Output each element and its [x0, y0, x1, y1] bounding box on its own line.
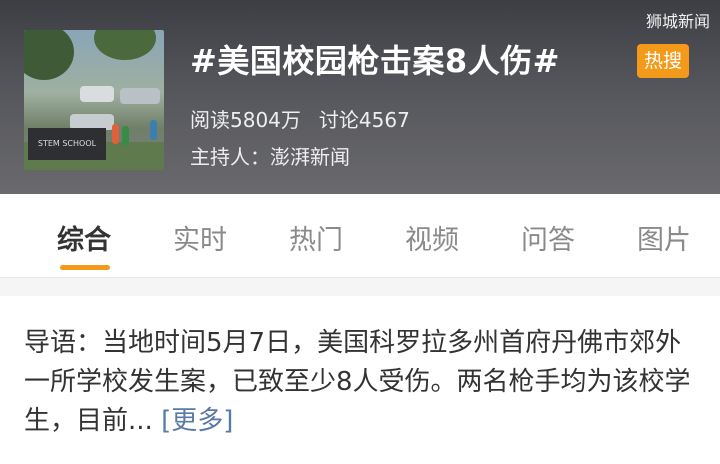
topic-header: 狮城新闻 STEM SCHOOL #美国校园枪击案8人伤# 热搜 阅读5804万…: [0, 0, 720, 194]
tab-realtime[interactable]: 实时: [173, 218, 227, 257]
summary-text: 导语：当地时间5月7日，美国科罗拉多州首府丹佛市郊外一所学校发生案，已致至少8人…: [24, 328, 691, 436]
tab-bar: 综合 实时 热门 视频 问答 图片: [0, 194, 720, 278]
topic-stats: 阅读5804万 讨论4567: [190, 104, 410, 133]
topic-summary: 导语：当地时间5月7日，美国科罗拉多州首府丹佛市郊外一所学校发生案，已致至少8人…: [0, 296, 720, 464]
read-count: 阅读5804万: [190, 108, 301, 132]
tab-qa[interactable]: 问答: [521, 218, 575, 257]
topic-host[interactable]: 主持人：澎湃新闻: [190, 141, 350, 170]
car-shape: [120, 88, 160, 104]
discuss-count: 讨论4567: [318, 108, 410, 132]
person-shape: [112, 124, 119, 144]
watermark: 狮城新闻: [645, 12, 710, 31]
person-shape: [122, 126, 129, 146]
tab-comprehensive[interactable]: 综合: [57, 218, 111, 257]
car-shape: [80, 86, 114, 102]
topic-title: #美国校园枪击案8人伤#: [190, 42, 560, 80]
more-link[interactable]: [更多]: [161, 406, 233, 436]
topic-thumbnail[interactable]: STEM SCHOOL: [24, 30, 164, 170]
person-shape: [150, 120, 157, 140]
tab-video[interactable]: 视频: [405, 218, 459, 257]
tab-hot[interactable]: 热门: [289, 218, 343, 257]
tab-pictures[interactable]: 图片: [637, 218, 691, 257]
summary-paragraph: 导语：当地时间5月7日，美国科罗拉多州首府丹佛市郊外一所学校发生案，已致至少8人…: [24, 324, 700, 441]
tree-shape: [24, 30, 74, 80]
tree-shape: [94, 30, 156, 60]
active-tab-indicator: [60, 265, 110, 270]
hot-badge[interactable]: 热搜: [637, 44, 689, 78]
school-sign: STEM SCHOOL: [28, 128, 106, 160]
